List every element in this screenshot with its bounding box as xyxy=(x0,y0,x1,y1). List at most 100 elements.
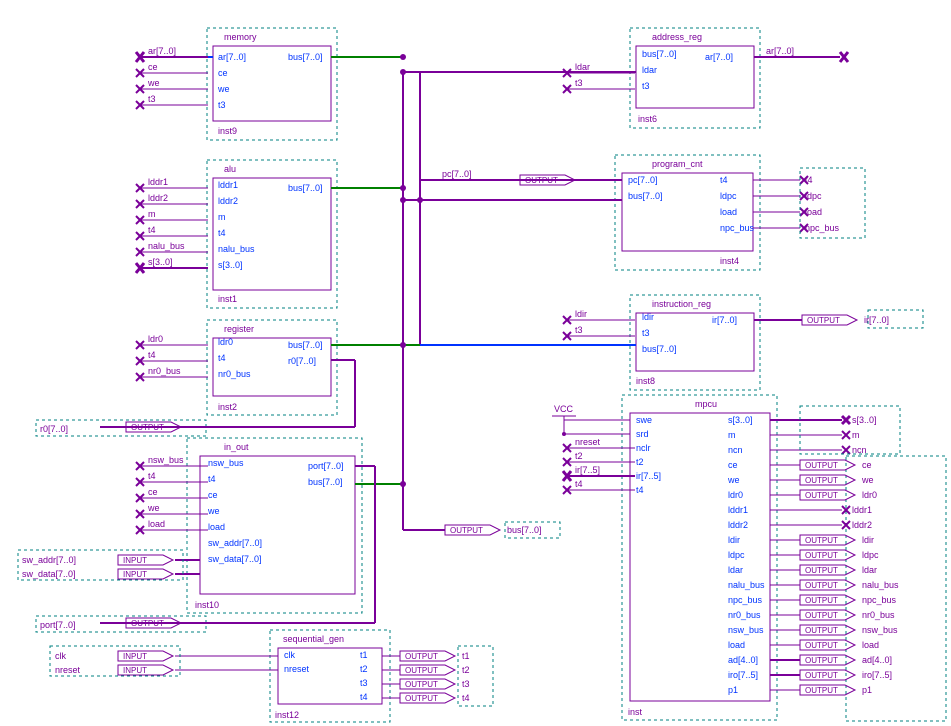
pin-lddr2: lddr2 xyxy=(728,520,748,530)
ar-x-right xyxy=(840,52,848,62)
alu-inst: inst1 xyxy=(218,294,237,304)
sig-t4: t4 xyxy=(575,479,583,489)
pin-ldpc: ldpc xyxy=(720,191,737,201)
pin-iro[7..5]: iro[7..5] xyxy=(728,670,758,680)
pin-t1: t1 xyxy=(360,650,368,660)
svg-text:OUTPUT: OUTPUT xyxy=(805,686,838,695)
svg-text:m: m xyxy=(852,430,860,440)
pin-bus[7..0]: bus[7..0] xyxy=(628,191,663,201)
vcc-label: VCC xyxy=(554,404,574,414)
pin-ce: ce xyxy=(208,490,218,500)
pin-p1: p1 xyxy=(728,685,738,695)
svg-text:OUTPUT: OUTPUT xyxy=(405,694,438,703)
outlabel-npc_bus: npc_bus xyxy=(862,595,897,605)
outlabel-p1: p1 xyxy=(862,685,872,695)
pin-ldir: ldir xyxy=(728,535,740,545)
svg-text:OUTPUT: OUTPUT xyxy=(807,316,840,325)
svg-text:OUTPUT: OUTPUT xyxy=(805,536,838,545)
svg-text:lddr2: lddr2 xyxy=(852,520,872,530)
outlabel-we: we xyxy=(861,475,874,485)
mpcu-inst: inst xyxy=(628,707,643,717)
pin-ir[7..0]: ir[7..0] xyxy=(712,315,737,325)
sig-t4: t4 xyxy=(148,350,156,360)
outlabel-bus[7..0]: bus[7..0] xyxy=(507,525,542,535)
sig-load: load xyxy=(148,519,165,529)
svg-text:s[3..0]: s[3..0] xyxy=(852,415,877,425)
svg-text:OUTPUT: OUTPUT xyxy=(805,656,838,665)
prog-cnt-inst: inst4 xyxy=(720,256,739,266)
sig-t3: t3 xyxy=(575,78,583,88)
pin-we: we xyxy=(207,506,220,516)
outlabel-nr0_bus: nr0_bus xyxy=(862,610,895,620)
pin-t3: t3 xyxy=(642,81,650,91)
sig-ce: ce xyxy=(148,487,158,497)
svg-text:OUTPUT: OUTPUT xyxy=(805,491,838,500)
pin-s[3..0]: s[3..0] xyxy=(218,260,243,270)
block-prog-cnt: program_cnt inst4 xyxy=(615,155,760,270)
svg-text:OUTPUT: OUTPUT xyxy=(805,476,838,485)
sig-we: we xyxy=(147,503,160,513)
svg-text:OUTPUT: OUTPUT xyxy=(805,671,838,680)
pin-ar[7..0]: ar[7..0] xyxy=(705,52,733,62)
pin-load: load xyxy=(728,640,745,650)
sig-ldr0: ldr0 xyxy=(148,334,163,344)
pin-bus[7..0]: bus[7..0] xyxy=(308,477,343,487)
pin-npc_bus: npc_bus xyxy=(728,595,763,605)
svg-text:OUTPUT: OUTPUT xyxy=(805,626,838,635)
memory-title: memory xyxy=(224,32,257,42)
svg-text:OUTPUT: OUTPUT xyxy=(405,666,438,675)
alu-title: alu xyxy=(224,164,236,174)
pin-ar[7..0]: ar[7..0] xyxy=(218,52,246,62)
pin-t4: t4 xyxy=(636,485,644,495)
pin-nsw_bus: nsw_bus xyxy=(728,625,764,635)
svg-text:OUTPUT: OUTPUT xyxy=(805,581,838,590)
pin-nclr: nclr xyxy=(636,443,651,453)
block-ins-reg: instruction_reg inst8 xyxy=(630,295,760,390)
pin-t3: t3 xyxy=(360,678,368,688)
svg-text:OUTPUT: OUTPUT xyxy=(805,461,838,470)
svg-text:OUTPUT: OUTPUT xyxy=(525,176,558,185)
pin-lddr1: lddr1 xyxy=(218,180,238,190)
pin-nalu_bus: nalu_bus xyxy=(728,580,765,590)
pin-nalu_bus: nalu_bus xyxy=(218,244,255,254)
pin-ldr0: ldr0 xyxy=(728,490,743,500)
outlabel-nsw_bus: nsw_bus xyxy=(862,625,898,635)
svg-text:nreset: nreset xyxy=(55,665,81,675)
pin-nreset: nreset xyxy=(284,664,310,674)
pin-m: m xyxy=(728,430,736,440)
sig-t3: t3 xyxy=(148,94,156,104)
pin-sw_data[7..0]: sw_data[7..0] xyxy=(208,554,262,564)
register-title: register xyxy=(224,324,254,334)
port-label: port[7..0] xyxy=(40,620,76,630)
sig-ldir: ldir xyxy=(575,309,587,319)
addr-reg-inst: inst6 xyxy=(638,114,657,124)
sig-nsw_bus: nsw_bus xyxy=(148,455,184,465)
pin-we: we xyxy=(727,475,740,485)
prog-cnt-title: program_cnt xyxy=(652,159,703,169)
pin-swe: swe xyxy=(636,415,652,425)
pin-t3: t3 xyxy=(642,328,650,338)
sig-nreset: nreset xyxy=(575,437,601,447)
pin-t4: t4 xyxy=(218,228,226,238)
sig-m: m xyxy=(148,209,156,219)
sig-nr0_bus: nr0_bus xyxy=(148,366,181,376)
addr-reg-title: address_reg xyxy=(652,32,702,42)
block-seq-gen: sequential_gen inst12 xyxy=(270,630,390,722)
pin-npc_bus: npc_bus xyxy=(720,223,755,233)
mpcu-title: mpcu xyxy=(695,399,717,409)
svg-text:OUTPUT: OUTPUT xyxy=(450,526,483,535)
outlabel-ldar: ldar xyxy=(862,565,877,575)
pin-t2: t2 xyxy=(360,664,368,674)
pin-clk: clk xyxy=(284,650,295,660)
outlabel-ldpc: ldpc xyxy=(862,550,879,560)
svg-text:OUTPUT: OUTPUT xyxy=(805,551,838,560)
sig-sw_data[7..0]: sw_data[7..0] xyxy=(22,569,76,579)
outlabel-t2: t2 xyxy=(462,665,470,675)
pin-ldar: ldar xyxy=(642,65,657,75)
pin-t4: t4 xyxy=(218,353,226,363)
sig-s[3..0]: s[3..0] xyxy=(148,257,173,267)
pin-t4: t4 xyxy=(208,474,216,484)
pin-bus[7..0]: bus[7..0] xyxy=(642,344,677,354)
schematic-canvas: memory inst9 alu inst1 register inst2 in… xyxy=(0,0,951,726)
seq-gen-inst: inst12 xyxy=(275,710,299,720)
